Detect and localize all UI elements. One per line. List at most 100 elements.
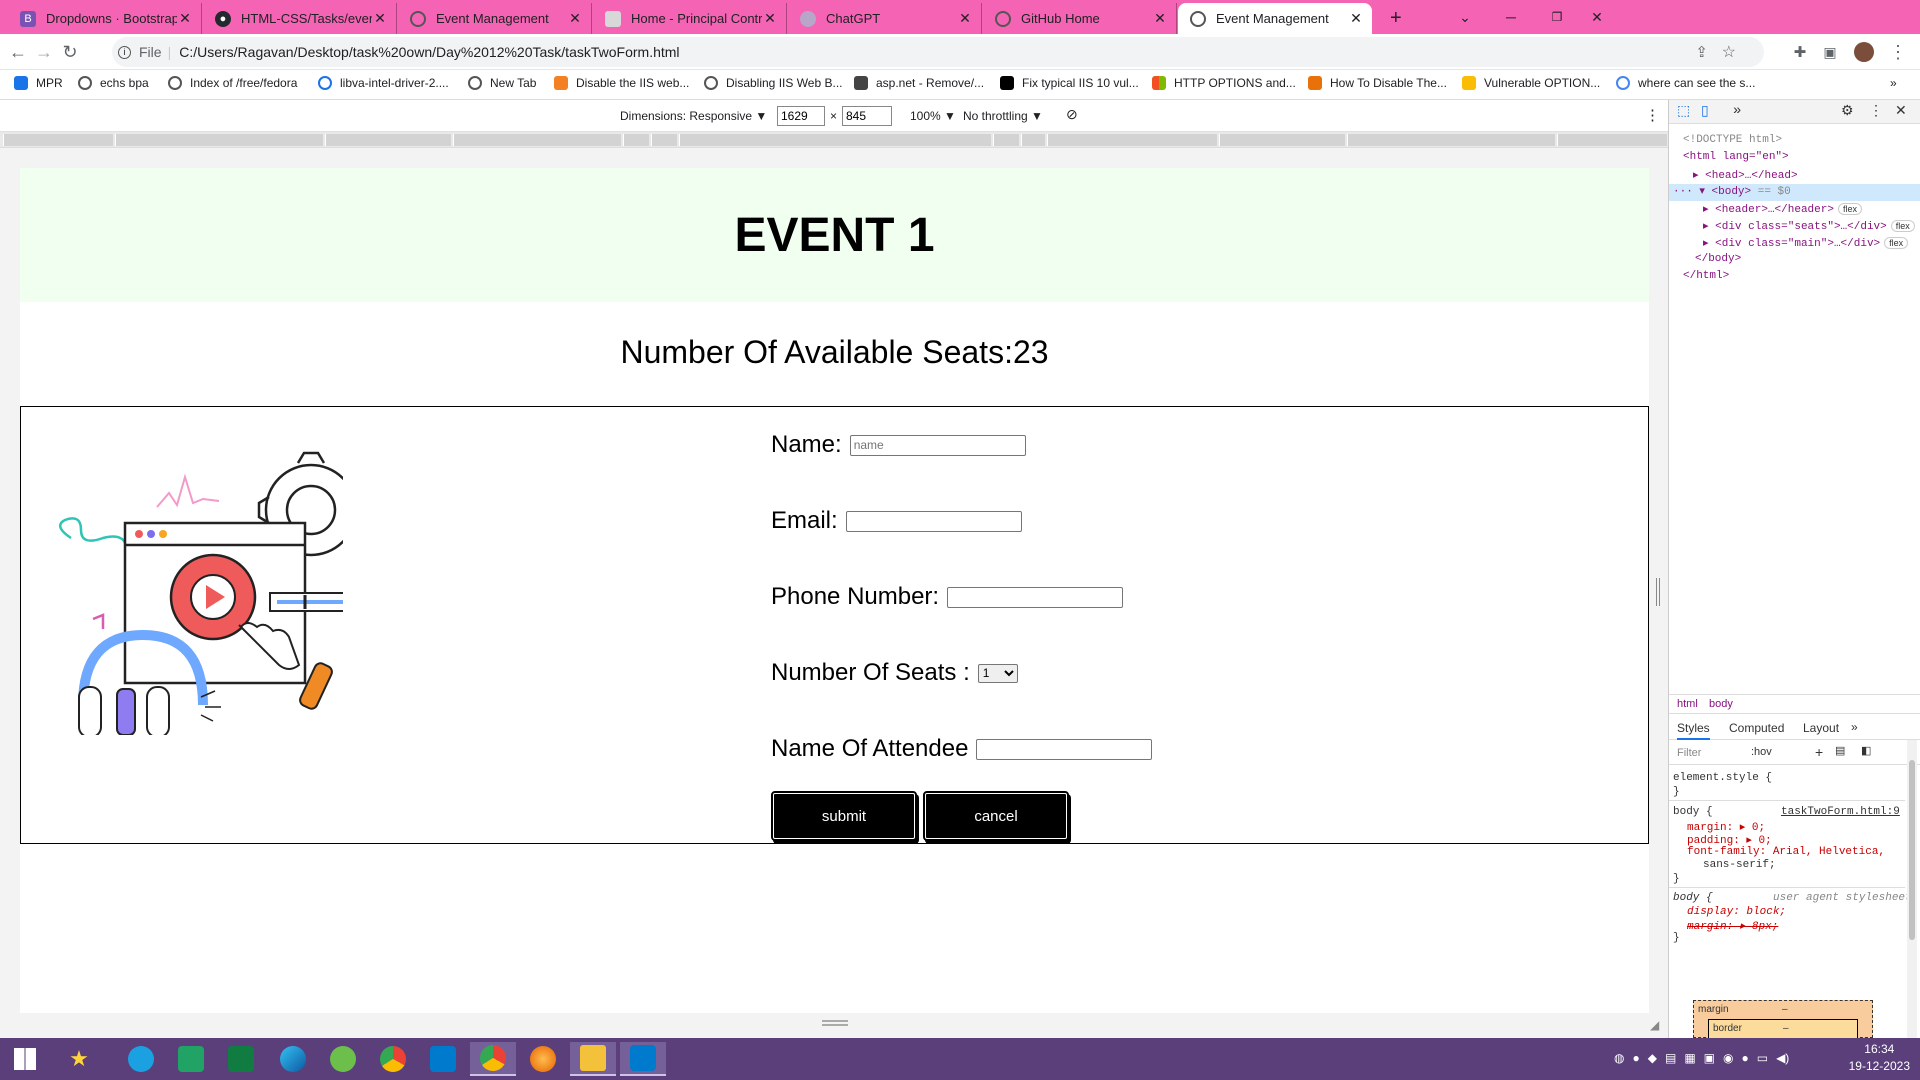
vscode-active-icon[interactable] [620,1042,666,1076]
dom-seats-div[interactable]: ▸ <div class="seats">…</div> flex [1703,219,1915,233]
bookmark-item[interactable]: New Tab [468,76,536,90]
flex-badge[interactable]: flex [1837,203,1862,215]
rule2-selector[interactable]: body { [1673,892,1713,904]
inspect-icon[interactable]: ⬚ [1677,103,1690,120]
ruler-segment[interactable] [1021,134,1045,146]
dom-body-selected[interactable]: ··· ▾ <body> == $0 [1669,184,1920,201]
browser-tab-active[interactable]: Event Management ✕ [1178,3,1372,34]
ruler-segment[interactable] [325,134,451,146]
ruler-segment[interactable] [115,134,323,146]
rule1-selector[interactable]: body { [1673,806,1713,818]
bookmark-item[interactable]: Vulnerable OPTION... [1462,76,1600,90]
network-app-icon[interactable] [320,1042,366,1076]
add-rule-icon[interactable]: + [1815,744,1823,760]
url-text[interactable]: C:/Users/Ragavan/Desktop/task%20own/Day%… [179,44,679,60]
dom-body-close[interactable]: </body> [1695,253,1741,265]
rule1-prop[interactable]: font-family: Arial, Helvetica, [1687,846,1885,858]
avatar[interactable] [1852,40,1876,64]
reload-icon[interactable]: ↻ [58,40,82,64]
ruler-segment[interactable] [623,134,649,146]
tray-app-icon[interactable]: ▣ [1704,1051,1715,1067]
volume-icon[interactable]: ◀) [1776,1051,1789,1067]
devtools-menu-icon[interactable]: ⋮ [1869,103,1883,120]
cancel-button[interactable]: cancel [923,791,1069,841]
edge-icon[interactable] [270,1042,316,1076]
flex-badge[interactable]: flex [1890,220,1915,232]
extensions-icon[interactable]: ✚ [1788,40,1812,64]
styles-filter-input[interactable]: Filter [1677,747,1701,759]
device-menu-dots-icon[interactable]: ⋮ [1645,106,1660,124]
throttling-select[interactable]: No throttling ▼ [963,109,1043,123]
breadcrumb-html[interactable]: html [1677,698,1698,710]
info-icon[interactable]: i [118,45,131,59]
bookmark-item[interactable]: Disabling IIS Web B... [704,76,843,90]
close-icon[interactable]: ✕ [1348,10,1364,27]
settings-gear-icon[interactable]: ⚙ [1841,103,1854,120]
seats-select[interactable]: 1 [977,663,1018,683]
bookmark-item[interactable]: How To Disable The... [1308,76,1447,90]
ruler-segment[interactable] [1047,134,1217,146]
calculator-green-icon[interactable] [168,1042,214,1076]
browser-tab[interactable]: Event Management ✕ [398,3,592,34]
new-tab-button[interactable]: + [1378,3,1408,34]
ruler-segment[interactable] [679,134,991,146]
close-icon[interactable]: ✕ [567,10,583,27]
tray-app-icon[interactable]: ◉ [1723,1051,1733,1067]
submit-button[interactable]: submit [771,791,917,841]
ruler-segment[interactable] [651,134,677,146]
paint-icon[interactable]: ▤ [1835,744,1845,757]
dom-html-close[interactable]: </html> [1683,270,1729,282]
dom-html[interactable]: <html lang="en"> [1683,151,1789,163]
bookmark-star-icon[interactable]: ☆ [1722,42,1736,62]
tab-search-chevron-icon[interactable]: ⌄ [1442,0,1488,34]
minimize-icon[interactable]: ─ [1488,0,1534,34]
close-icon[interactable]: ✕ [177,10,193,27]
phone-input[interactable] [947,586,1124,608]
dom-header[interactable]: ▸ <header>…</header> flex [1703,202,1862,216]
ruler-segment[interactable] [3,134,113,146]
viewport-resize-handle[interactable] [1656,578,1660,606]
bookmark-item[interactable]: where can see the s... [1616,76,1755,90]
styles-scrollbar[interactable] [1907,740,1917,1040]
bookmark-item[interactable]: echs bpa [78,76,149,90]
dom-main-div[interactable]: ▸ <div class="main">…</div> flex [1703,236,1909,250]
ruler-segment[interactable] [453,134,621,146]
bookmark-item[interactable]: libva-intel-driver-2.... [318,76,449,90]
bookmark-item[interactable]: Index of /free/fedora [168,76,297,90]
tray-app-icon[interactable]: ◆ [1648,1051,1657,1067]
chrome-tray-icon[interactable]: ● [1632,1051,1639,1067]
bookmark-item[interactable]: asp.net - Remove/... [854,76,984,90]
excel-icon[interactable] [218,1042,264,1076]
zoom-select[interactable]: 100% ▼ [910,109,956,123]
tray-app-icon[interactable]: ▦ [1684,1051,1695,1067]
tab-more[interactable]: » [1851,720,1858,734]
breadcrumb-body[interactable]: body [1709,698,1733,710]
side-panel-icon[interactable]: ▣ [1818,40,1842,64]
ruler-segment[interactable] [1557,134,1667,146]
tray-app-icon[interactable]: ▤ [1665,1051,1676,1067]
close-icon[interactable]: ✕ [1152,10,1168,27]
attendee-input[interactable] [976,738,1153,760]
tab-layout[interactable]: Layout [1803,721,1839,735]
share-icon[interactable]: ⇪ [1695,43,1708,61]
dimensions-select[interactable]: Dimensions: Responsive ▼ [620,109,767,123]
rule1-prop[interactable]: padding: ▸ 0; [1687,833,1772,847]
flex-badge[interactable]: flex [1884,237,1909,249]
bookmark-item[interactable]: HTTP OPTIONS and... [1152,76,1296,90]
close-window-icon[interactable]: ✕ [1574,0,1620,34]
bookmark-item[interactable]: Disable the IIS web... [554,76,689,90]
tab-computed[interactable]: Computed [1729,721,1784,735]
email-input[interactable] [845,510,1022,532]
browser-tab[interactable]: ● HTML-CSS/Tasks/event-update- ✕ [203,3,397,34]
corner-resize-handle[interactable]: ◢ [1650,1018,1659,1032]
sidebar-toggle-icon[interactable]: ◧ [1861,744,1871,757]
ruler-segment[interactable] [1347,134,1555,146]
browser-tab[interactable]: B Dropdowns · Bootstrap v5.3 ✕ [8,3,202,34]
internet-explorer-icon[interactable] [118,1042,164,1076]
width-input[interactable] [777,106,825,126]
close-icon[interactable]: ✕ [957,10,973,27]
rotate-icon[interactable]: ⊘ [1066,106,1078,123]
file-explorer-icon[interactable] [570,1042,616,1076]
firefox-icon[interactable] [520,1042,566,1076]
height-input[interactable] [842,106,892,126]
